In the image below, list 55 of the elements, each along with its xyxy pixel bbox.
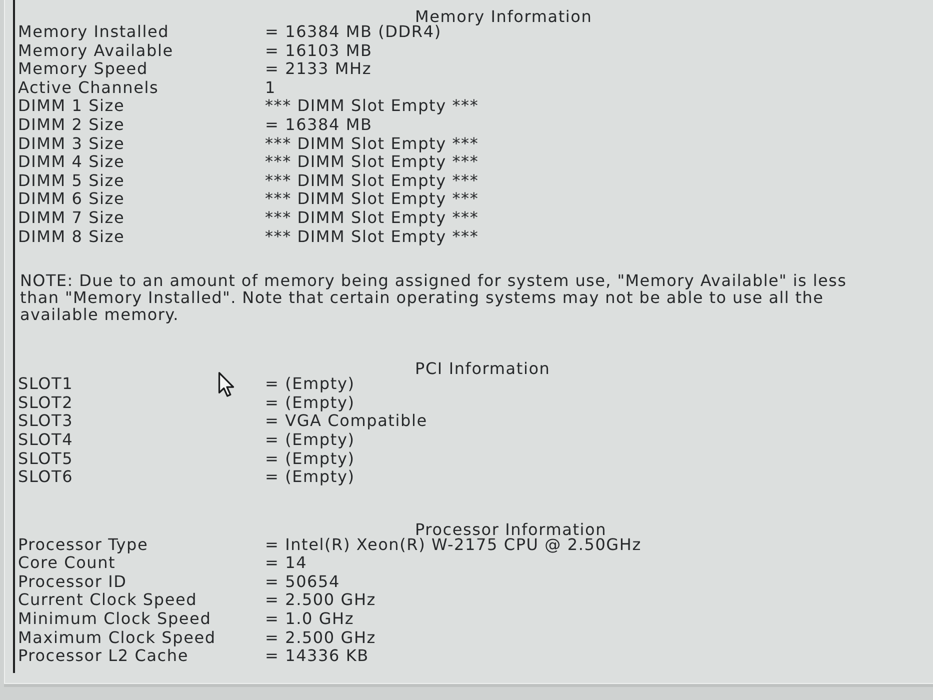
field-value: = 2133 MHz <box>265 60 372 79</box>
field-label: Processor ID <box>18 572 127 592</box>
field-value: = Intel(R) Xeon(R) W-2175 CPU @ 2.50GHz <box>265 536 642 554</box>
note-text: NOTE: Due to an amount of memory being assigned for system use, "Memory Available" is less than "Memory Installed". Note that certain operating systems may not be able to use all the available memory. <box>20 272 848 324</box>
field-value: = 2.500 GHz <box>265 628 376 648</box>
field-value: = 16103 MB <box>265 42 372 60</box>
field-label: DIMM 8 Size <box>18 228 125 246</box>
field-label: Maximum Clock Speed <box>18 628 216 648</box>
field-value: *** DIMM Slot Empty *** <box>265 172 479 190</box>
field-value: 1 <box>265 78 276 98</box>
field-label: Processor Type <box>18 536 148 554</box>
field-label: Memory Available <box>18 42 174 60</box>
field-value: = 14336 KB <box>265 647 369 666</box>
field-value: = (Empty) <box>265 394 355 412</box>
field-value: = (Empty) <box>265 430 355 450</box>
field-value: = 14 <box>265 554 308 573</box>
field-value: = VGA Compatible <box>265 412 428 431</box>
mouse-pointer-icon <box>218 372 235 397</box>
field-label: SLOT4 <box>18 430 74 450</box>
field-label: SLOT2 <box>18 394 74 412</box>
field-label: Minimum Clock Speed <box>18 610 212 629</box>
field-value: *** DIMM Slot Empty *** <box>265 153 479 172</box>
field-label: Current Clock Speed <box>18 591 198 610</box>
section-title: PCI Information <box>415 362 550 376</box>
section-title: Processor Information <box>415 522 607 536</box>
field-value: *** DIMM Slot Empty *** <box>265 228 479 246</box>
field-value: *** DIMM Slot Empty *** <box>265 190 479 209</box>
field-label: SLOT5 <box>18 450 74 468</box>
field-value: *** DIMM Slot Empty *** <box>265 208 479 228</box>
field-value: = (Empty) <box>265 450 355 468</box>
field-value: = (Empty) <box>265 468 355 487</box>
field-label: DIMM 4 Size <box>18 153 125 172</box>
field-value: = 16384 MB (DDR4) <box>265 23 442 42</box>
field-label: Core Count <box>18 554 116 573</box>
field-value: = 50654 <box>265 572 340 592</box>
field-label: Memory Speed <box>18 60 148 79</box>
field-label: SLOT6 <box>18 468 74 487</box>
field-value: *** DIMM Slot Empty *** <box>265 97 479 116</box>
field-label: DIMM 1 Size <box>18 97 125 116</box>
field-value: = 16384 MB <box>265 116 372 135</box>
field-label: SLOT1 <box>18 375 74 394</box>
section-title: Memory Information <box>415 10 592 23</box>
field-value: = (Empty) <box>265 375 355 394</box>
field-label: DIMM 7 Size <box>18 208 125 228</box>
field-label: DIMM 3 Size <box>18 134 125 154</box>
field-label: Processor L2 Cache <box>18 647 188 666</box>
field-label: DIMM 6 Size <box>18 190 125 209</box>
field-value: *** DIMM Slot Empty *** <box>265 134 479 154</box>
field-label: DIMM 5 Size <box>18 172 125 190</box>
field-label: SLOT3 <box>18 412 74 431</box>
field-value: = 2.500 GHz <box>265 591 376 610</box>
field-value: = 1.0 GHz <box>265 610 354 629</box>
field-label: DIMM 2 Size <box>18 116 125 135</box>
field-label: Memory Installed <box>18 23 170 42</box>
field-label: Active Channels <box>18 78 159 98</box>
